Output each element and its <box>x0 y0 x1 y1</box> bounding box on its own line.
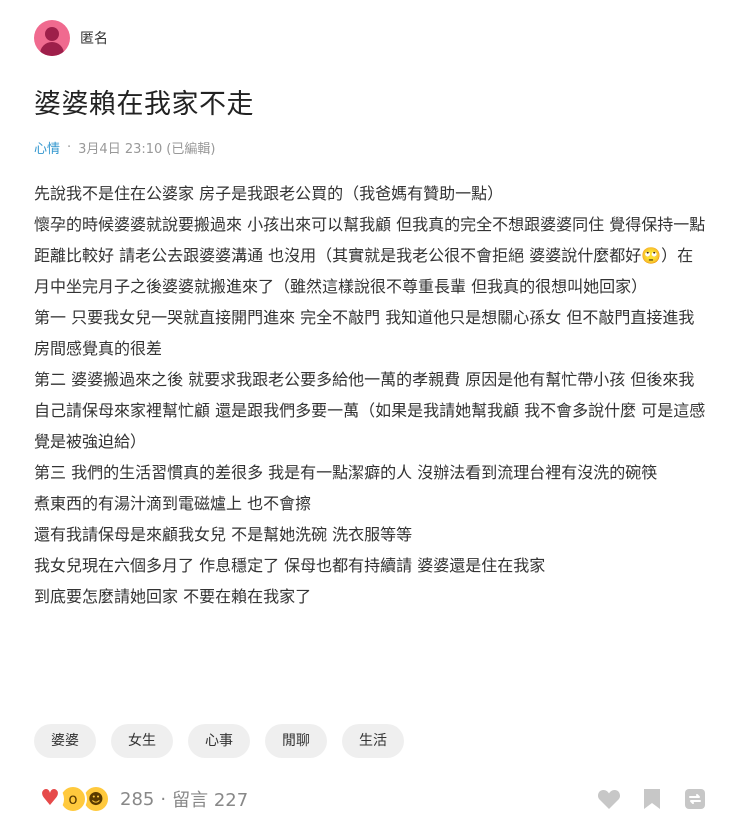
meta-separator: · <box>67 140 72 155</box>
tag-chip[interactable]: 閒聊 <box>265 724 327 758</box>
reaction-icons: ♥ o ☻ <box>36 785 110 813</box>
post-paragraph: 先說我不是住在公婆家 房子是我跟老公買的（我爸媽有贊助一點） <box>34 184 504 203</box>
post-paragraph: 第三 我們的生活習慣真的差很多 我是有一點潔癖的人 沒辦法看到流理台裡有沒洗的碗… <box>34 463 658 482</box>
post-paragraph: 我女兒現在六個多月了 作息穩定了 保母也都有持續請 婆婆還是住在我家 <box>34 556 546 575</box>
post-actions <box>579 786 708 812</box>
post-paragraph: 煮東西的有湯汁滴到電磁爐上 也不會擦 <box>34 494 312 513</box>
tag-chip[interactable]: 生活 <box>342 724 404 758</box>
post-paragraph: 第二 婆婆搬過來之後 就要求我跟老公要多給他一萬的孝親費 原因是他有幫忙帶小孩 … <box>34 370 706 451</box>
post-meta: 心情 · 3月4日 23:10 (已編輯) <box>34 138 215 157</box>
post-paragraph: 第一 只要我女兒一哭就直接開門進來 完全不敲門 我知道他只是想關心孫女 但不敲門… <box>34 308 695 358</box>
post-title: 婆婆賴在我家不走 <box>34 89 254 120</box>
post-date: 3月4日 23:10 <box>78 142 163 157</box>
like-heart-icon[interactable] <box>596 786 622 812</box>
avatar-shoulder <box>40 42 64 56</box>
tag-chip[interactable]: 心事 <box>188 724 250 758</box>
author-name[interactable]: 匿名 <box>80 28 108 48</box>
tag-chip[interactable]: 婆婆 <box>34 724 96 758</box>
heart-icon: ♥ <box>36 785 64 813</box>
reaction-count: 285 <box>120 788 155 810</box>
female-avatar-icon[interactable] <box>34 20 70 56</box>
post-paragraph: 到底要怎麼請她回家 不要在賴在我家了 <box>34 587 312 606</box>
tag-list: 婆婆 女生 心事 閒聊 生活 <box>34 724 419 758</box>
forum-link[interactable]: 心情 <box>34 138 60 157</box>
footer-separator: · <box>160 788 167 810</box>
tag-chip[interactable]: 女生 <box>111 724 173 758</box>
avatar-head <box>45 27 59 41</box>
post-header: 匿名 <box>34 20 108 56</box>
bookmark-icon[interactable] <box>639 786 665 812</box>
post-paragraph: 還有我請保母是來顧我女兒 不是幫她洗碗 洗衣服等等 <box>34 525 413 544</box>
post-paragraph: 懷孕的時候婆婆就說要搬過來 小孩出來可以幫我顧 但我真的完全不想跟婆婆同住 覺得… <box>34 215 706 296</box>
comment-count[interactable]: 留言 227 <box>172 786 248 812</box>
post-content: 先說我不是住在公婆家 房子是我跟老公買的（我爸媽有贊助一點） 懷孕的時候婆婆就說… <box>34 178 709 612</box>
share-icon[interactable] <box>682 786 708 812</box>
post-footer: ♥ o ☻ 285 · 留言 227 <box>36 784 708 814</box>
edited-label: (已編輯) <box>166 142 216 157</box>
reaction-summary[interactable]: ♥ o ☻ 285 · 留言 227 <box>36 785 248 813</box>
